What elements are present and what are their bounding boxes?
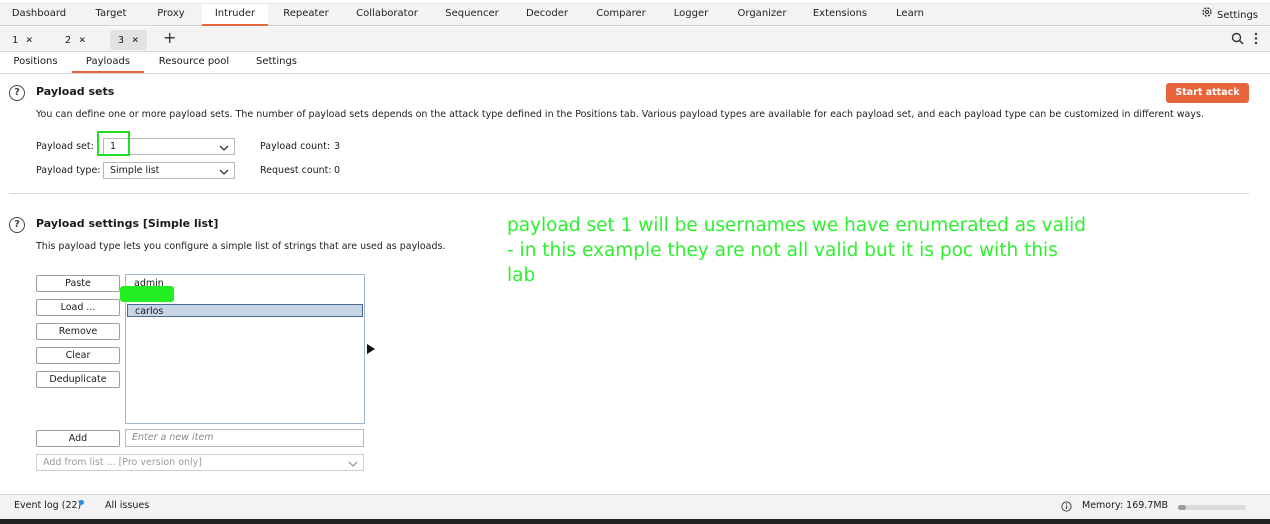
payload-settings-title: Payload settings [Simple list]	[36, 217, 219, 230]
notification-dot	[79, 500, 84, 505]
tab-extensions[interactable]: Extensions	[808, 4, 872, 26]
memory-label: Memory: 169.7MB	[1082, 500, 1169, 511]
new-item-input[interactable]: Enter a new item	[125, 429, 364, 447]
attack-tab-1[interactable]: 1 ×	[4, 30, 41, 50]
remove-button[interactable]: Remove	[36, 323, 120, 340]
tab-intruder[interactable]: Intruder	[202, 4, 268, 26]
tab-target[interactable]: Target	[84, 4, 138, 26]
clear-button[interactable]: Clear	[36, 347, 120, 364]
attack-tab-label: 1	[12, 35, 19, 46]
close-icon[interactable]: ×	[132, 33, 139, 46]
chevron-down-icon	[219, 166, 229, 181]
main-tab-bar: Dashboard Target Proxy Intruder Repeater…	[0, 4, 1270, 26]
search-icon[interactable]	[1231, 32, 1244, 48]
payload-sets-description: You can define one or more payload sets.…	[36, 109, 1204, 120]
tab-sequencer[interactable]: Sequencer	[440, 4, 504, 26]
status-bar	[0, 494, 1270, 519]
tab-decoder[interactable]: Decoder	[520, 4, 574, 26]
memory-bar-fill	[1178, 505, 1187, 510]
annotation-text: payload set 1 will be usernames we have …	[507, 213, 1107, 288]
load-button[interactable]: Load ...	[36, 299, 120, 316]
request-count-value: 0	[334, 165, 341, 176]
attack-tab-label: 3	[118, 35, 125, 46]
annotation-line: payload set 1 will be usernames we have …	[507, 215, 1086, 236]
cursor-icon	[367, 344, 375, 357]
tab-resource-pool[interactable]: Resource pool	[153, 52, 235, 73]
attack-tab-label: 2	[65, 35, 72, 46]
tab-organizer[interactable]: Organizer	[732, 4, 792, 26]
tab-proxy[interactable]: Proxy	[146, 4, 196, 26]
add-from-list-select: Add from list ... [Pro version only]	[36, 454, 364, 471]
settings-button[interactable]: Settings	[1201, 4, 1258, 26]
tab-positions[interactable]: Positions	[8, 52, 63, 73]
memory-bar	[1178, 505, 1246, 510]
payload-count-label: Payload count:	[260, 141, 331, 152]
gear-icon	[1201, 5, 1213, 26]
close-icon[interactable]: ×	[79, 33, 86, 46]
tab-dashboard[interactable]: Dashboard	[4, 4, 74, 26]
annotation-line: lab	[507, 265, 536, 286]
deduplicate-button[interactable]: Deduplicate	[36, 371, 120, 388]
chevron-down-icon	[219, 142, 229, 157]
tab-logger[interactable]: Logger	[668, 4, 714, 26]
chevron-down-icon	[348, 458, 358, 473]
info-icon[interactable]	[1061, 501, 1072, 515]
tab-learn[interactable]: Learn	[890, 4, 930, 26]
close-icon[interactable]: ×	[26, 33, 33, 46]
intruder-panel-tabs: Positions Payloads Resource pool Setting…	[0, 52, 1270, 74]
payload-count-value: 3	[334, 141, 341, 152]
paste-button[interactable]: Paste	[36, 275, 120, 292]
tab-comparer[interactable]: Comparer	[590, 4, 652, 26]
tab-settings[interactable]: Settings	[248, 52, 305, 73]
event-log-link[interactable]: Event log (22)	[14, 500, 81, 511]
start-attack-button[interactable]: Start attack	[1166, 83, 1249, 103]
annotation-line: - in this example they are not all valid…	[507, 240, 1058, 261]
help-icon[interactable]: ?	[9, 85, 25, 101]
tab-payloads[interactable]: Payloads	[72, 52, 144, 73]
help-icon[interactable]: ?	[9, 217, 25, 233]
tab-collaborator[interactable]: Collaborator	[352, 4, 422, 26]
window-bottom-strip	[0, 519, 1270, 524]
attack-tab-2[interactable]: 2 ×	[57, 30, 94, 50]
add-from-list-label: Add from list ... [Pro version only]	[43, 457, 203, 468]
tab-repeater[interactable]: Repeater	[276, 4, 336, 26]
add-button[interactable]: Add	[36, 430, 120, 447]
attack-tab-bar: 1 × 2 × 3 ×	[0, 27, 1270, 52]
payload-type-select[interactable]: Simple list	[103, 162, 235, 179]
redaction-mark	[120, 286, 174, 302]
attack-tab-3[interactable]: 3 ×	[110, 30, 147, 50]
settings-label: Settings	[1216, 9, 1258, 21]
payload-type-label: Payload type:	[36, 165, 101, 176]
request-count-label: Request count:	[260, 165, 332, 176]
all-issues-link[interactable]: All issues	[105, 500, 149, 511]
annotation-highlight-box	[97, 131, 130, 156]
payload-set-label: Payload set:	[36, 141, 94, 152]
payload-sets-title: Payload sets	[36, 85, 115, 98]
payload-type-value: Simple list	[110, 165, 160, 176]
kebab-menu-icon[interactable]	[1254, 32, 1258, 48]
add-tab-button[interactable]: +	[163, 29, 176, 47]
section-divider	[9, 193, 1249, 194]
payload-settings-description: This payload type lets you configure a s…	[36, 241, 446, 252]
list-item-selected[interactable]: carlos	[127, 304, 363, 317]
